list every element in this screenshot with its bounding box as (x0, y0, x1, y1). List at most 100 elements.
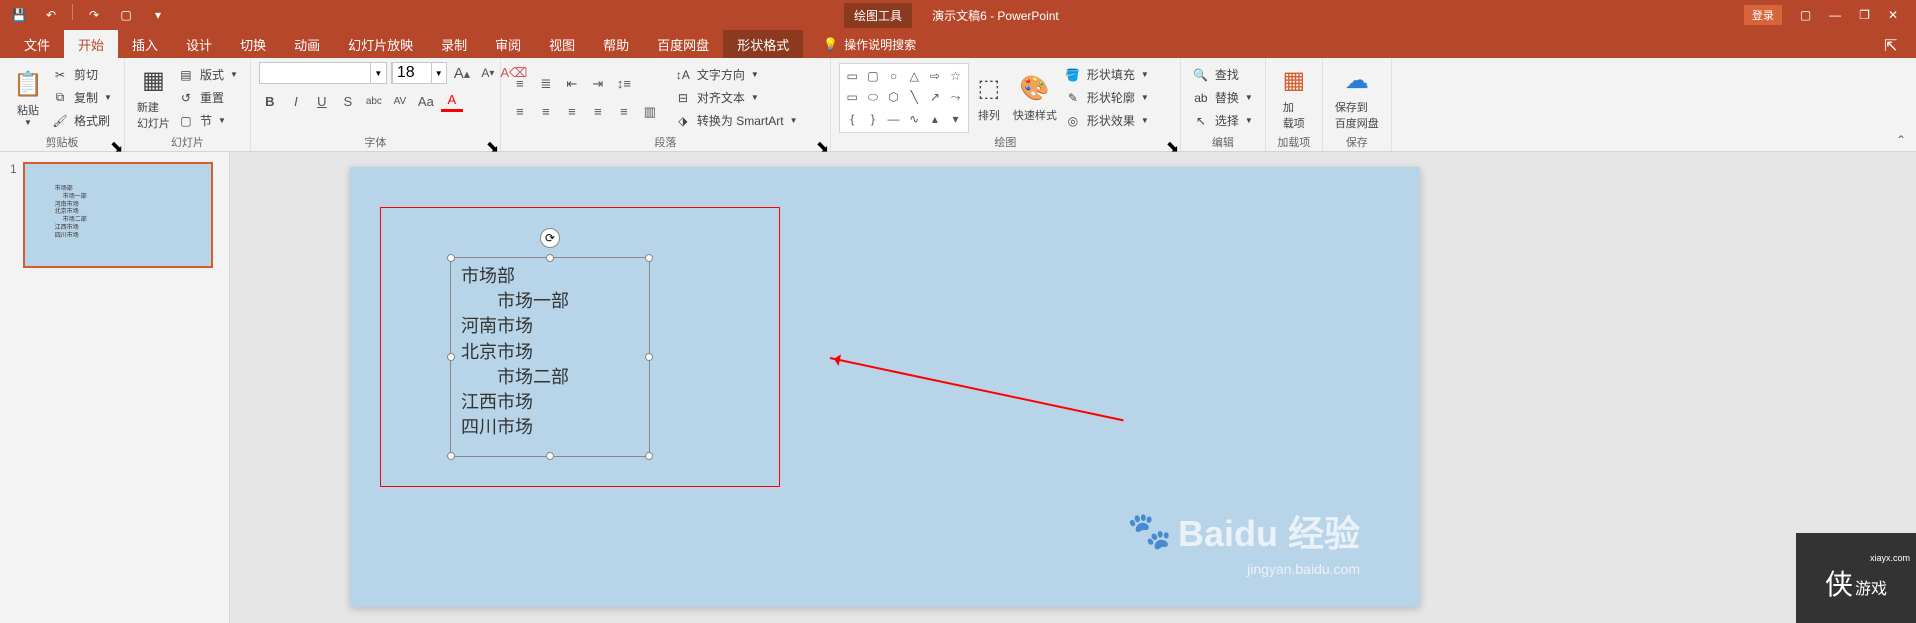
shapes-gallery[interactable]: ▭ ▢ ○ △ ⇨ ☆ ▭ ⬭ ⬡ ╲ ↗ ⤳ { } — ∿ ▴ ▾ (839, 63, 969, 133)
shape-more-up[interactable]: ▴ (926, 109, 945, 128)
qat-dropdown[interactable]: ▾ (147, 4, 169, 26)
resize-handle-w[interactable] (447, 353, 455, 361)
increase-indent-button[interactable]: ⇥ (587, 73, 609, 95)
save-cloud-button[interactable]: ☁ 保存到 百度网盘 (1331, 63, 1383, 133)
decrease-indent-button[interactable]: ⇤ (561, 73, 583, 95)
strike-button[interactable]: S (337, 90, 359, 112)
ribbon-display-icon[interactable]: ▢ (1800, 8, 1811, 22)
tab-slideshow[interactable]: 幻灯片放映 (334, 30, 427, 59)
italic-button[interactable]: I (285, 90, 307, 112)
tab-help[interactable]: 帮助 (589, 30, 643, 59)
shape-fill-button[interactable]: 🪣形状填充▼ (1061, 64, 1153, 85)
replace-button[interactable]: ab替换▼ (1189, 87, 1257, 108)
maximize-icon[interactable]: ❐ (1859, 8, 1870, 22)
slide-thumbnail[interactable]: 市场部 市场一部 河南市场 北京市场 市场二部 江西市场 四川市场 (23, 162, 213, 268)
underline-button[interactable]: U (311, 90, 333, 112)
shape-star[interactable]: ☆ (946, 67, 965, 86)
resize-handle-e[interactable] (645, 353, 653, 361)
increase-font-button[interactable]: A▴ (451, 62, 473, 84)
shape-line2[interactable]: — (884, 109, 903, 128)
share-icon[interactable]: ⇱ (1884, 36, 1904, 56)
resize-handle-sw[interactable] (447, 452, 455, 460)
reset-button[interactable]: ↺重置 (174, 87, 242, 108)
shadow-button[interactable]: abc (363, 90, 385, 112)
cut-button[interactable]: ✂剪切 (48, 64, 116, 85)
shape-rect[interactable]: ▭ (843, 67, 862, 86)
tab-transition[interactable]: 切换 (226, 30, 280, 59)
shape-curve[interactable]: ∿ (905, 109, 924, 128)
arrange-button[interactable]: ⬚ 排列 (969, 71, 1009, 125)
copy-button[interactable]: ⧉复制▼ (48, 87, 116, 108)
find-button[interactable]: 🔍查找 (1189, 64, 1257, 85)
spacing-button[interactable]: AV (389, 90, 411, 112)
align-right-button[interactable]: ≡ (561, 101, 583, 123)
align-text-button[interactable]: ⊟对齐文本▼ (671, 87, 802, 108)
layout-button[interactable]: ▤版式▼ (174, 64, 242, 85)
shape-triangle[interactable]: △ (905, 67, 924, 86)
format-painter-button[interactable]: 🖌格式刷 (48, 110, 116, 131)
dialog-launcher-font[interactable]: ⬊ (486, 137, 496, 147)
collapse-ribbon-icon[interactable]: ⌃ (1896, 133, 1906, 147)
tab-insert[interactable]: 插入 (118, 30, 172, 59)
tab-record[interactable]: 录制 (427, 30, 481, 59)
slide-canvas-area[interactable]: ⟳ 市场部 市场一部 河南市场 北京市场 市场二部 江西市场 四川市场 (230, 152, 1916, 623)
align-center-button[interactable]: ≡ (535, 101, 557, 123)
redo-icon[interactable]: ↷ (83, 4, 105, 26)
tab-home[interactable]: 开始 (64, 30, 118, 59)
font-family-combo[interactable]: ▼ (259, 62, 387, 84)
line-spacing-button[interactable]: ↕≡ (613, 73, 635, 95)
undo-icon[interactable]: ↶ (40, 4, 62, 26)
shape-brace[interactable]: { (843, 109, 862, 128)
shape-more-down[interactable]: ▾ (946, 109, 965, 128)
shape-brace2[interactable]: } (864, 109, 883, 128)
resize-handle-ne[interactable] (645, 254, 653, 262)
section-button[interactable]: ▢节▼ (174, 110, 242, 131)
resize-handle-nw[interactable] (447, 254, 455, 262)
tab-file[interactable]: 文件 (10, 30, 64, 59)
textbox[interactable]: ⟳ 市场部 市场一部 河南市场 北京市场 市场二部 江西市场 四川市场 (450, 257, 650, 457)
resize-handle-n[interactable] (546, 254, 554, 262)
resize-handle-s[interactable] (546, 452, 554, 460)
font-color-button[interactable]: A (441, 90, 463, 112)
new-icon[interactable]: ▢ (115, 4, 137, 26)
shape-arrow2[interactable]: ↗ (926, 88, 945, 107)
decrease-font-button[interactable]: A▾ (477, 62, 499, 84)
tab-view[interactable]: 视图 (535, 30, 589, 59)
bullets-button[interactable]: ≡ (509, 73, 531, 95)
shape-effects-button[interactable]: ◎形状效果▼ (1061, 110, 1153, 131)
shape-connector[interactable]: ⤳ (946, 88, 965, 107)
tab-design[interactable]: 设计 (172, 30, 226, 59)
numbering-button[interactable]: ≣ (535, 73, 557, 95)
select-button[interactable]: ↖选择▼ (1189, 110, 1257, 131)
dialog-launcher-drawing[interactable]: ⬊ (1166, 137, 1176, 147)
distribute-button[interactable]: ≡ (613, 101, 635, 123)
addins-button[interactable]: ▦ 加 载项 (1274, 63, 1314, 133)
textbox-content[interactable]: 市场部 市场一部 河南市场 北京市场 市场二部 江西市场 四川市场 (451, 258, 649, 446)
quickstyle-button[interactable]: 🎨 快速样式 (1009, 71, 1061, 125)
shape-roundrect[interactable]: ▢ (864, 67, 883, 86)
shape-text[interactable]: ▭ (843, 88, 862, 107)
close-icon[interactable]: ✕ (1888, 8, 1898, 22)
tab-baidu[interactable]: 百度网盘 (643, 30, 723, 59)
login-button[interactable]: 登录 (1744, 5, 1782, 25)
text-direction-button[interactable]: ↕A文字方向▼ (671, 64, 802, 85)
rotate-handle[interactable]: ⟳ (540, 228, 560, 248)
columns-button[interactable]: ▥ (639, 101, 661, 123)
minimize-icon[interactable]: — (1829, 8, 1841, 22)
tab-review[interactable]: 审阅 (481, 30, 535, 59)
shape-outline-button[interactable]: ✎形状轮廓▼ (1061, 87, 1153, 108)
shape-callout[interactable]: ⬭ (864, 88, 883, 107)
align-left-button[interactable]: ≡ (509, 101, 531, 123)
tab-format[interactable]: 形状格式 (723, 30, 803, 59)
paste-button[interactable]: 📋 粘贴 ▼ (8, 66, 48, 129)
case-button[interactable]: Aa (415, 90, 437, 112)
shape-arrow[interactable]: ⇨ (926, 67, 945, 86)
font-size-combo[interactable]: 18 ▼ (391, 62, 447, 84)
shape-hexagon[interactable]: ⬡ (884, 88, 903, 107)
smartart-button[interactable]: ⬗转换为 SmartArt▼ (671, 110, 802, 131)
tell-me[interactable]: 💡 操作说明搜索 (823, 36, 916, 53)
dialog-launcher-paragraph[interactable]: ⬊ (816, 137, 826, 147)
tab-animation[interactable]: 动画 (280, 30, 334, 59)
dialog-launcher-clipboard[interactable]: ⬊ (110, 137, 120, 147)
slide[interactable]: ⟳ 市场部 市场一部 河南市场 北京市场 市场二部 江西市场 四川市场 (350, 167, 1420, 607)
